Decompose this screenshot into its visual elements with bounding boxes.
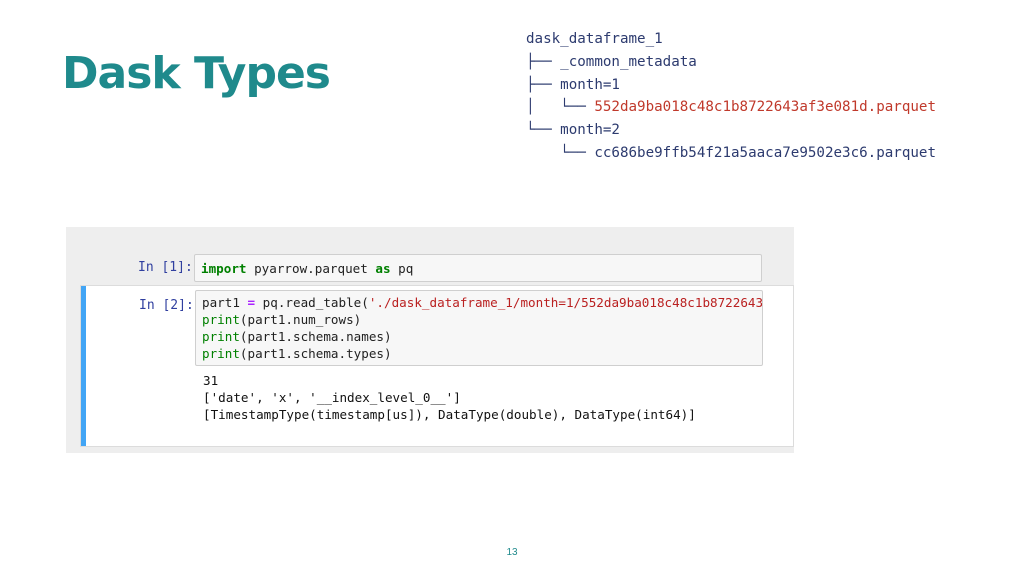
notebook-screenshot: In [1]: import pyarrow.parquet as pq In … <box>66 227 794 453</box>
notebook-cell-2[interactable]: In [2]: part1 = pq.read_table('./dask_da… <box>80 285 794 447</box>
selected-cell-indicator <box>81 286 86 446</box>
directory-tree: dask_dataframe_1 ├── _common_metadata ├─… <box>526 28 936 165</box>
code-text: pq <box>390 261 414 276</box>
code-builtin: print <box>202 329 240 344</box>
tree-item-parquet-file-1: 552da9ba018c48c1b8722643af3e081d.parquet <box>594 99 937 116</box>
notebook-cell-1[interactable]: In [1]: import pyarrow.parquet as pq <box>80 251 792 285</box>
tree-root: dask_dataframe_1 <box>526 31 663 47</box>
output-line: ['date', 'x', '__index_level_0__'] <box>203 390 461 405</box>
cell-prompt: In [1]: <box>138 260 193 275</box>
tree-branch: ├── <box>526 53 561 70</box>
output-line: [TimestampType(timestamp[us]), DataType(… <box>203 407 696 422</box>
code-keyword: import <box>201 261 247 276</box>
code-input-2[interactable]: part1 = pq.read_table('./dask_dataframe_… <box>195 290 763 366</box>
tree-item-parquet-file-2: cc686be9ffb54f21a5aaca7e9502e3c6.parquet <box>594 144 937 161</box>
slide-title: Dask Types <box>62 48 331 99</box>
code-text: (part1.schema.names) <box>239 329 392 344</box>
output-line: 31 <box>203 373 219 388</box>
tree-branch: ├── <box>526 76 561 93</box>
tree-branch: └── <box>526 144 595 161</box>
code-input-1[interactable]: import pyarrow.parquet as pq <box>194 254 762 282</box>
code-text: pq.read_table( <box>255 295 369 310</box>
code-text: (part1.schema.types) <box>239 346 392 361</box>
tree-item-month-1: month=1 <box>560 76 620 93</box>
code-text: part1 <box>202 295 248 310</box>
tree-branch: └── <box>526 122 561 139</box>
tree-branch: │ └── <box>526 99 595 116</box>
code-operator: = <box>247 295 256 310</box>
code-keyword: as <box>375 261 391 276</box>
page-number: 13 <box>506 547 518 558</box>
cell-output: 31 ['date', 'x', '__index_level_0__'] [T… <box>203 372 696 423</box>
tree-item-month-2: month=2 <box>560 122 620 139</box>
tree-item-common-metadata: _common_metadata <box>560 53 697 70</box>
code-string: './dask_dataframe_1/month=1/552da9ba018c… <box>368 295 763 310</box>
cell-prompt: In [2]: <box>139 298 194 313</box>
code-text: pyarrow.parquet <box>246 261 376 276</box>
code-builtin: print <box>202 312 240 327</box>
code-text: (part1.num_rows) <box>239 312 362 327</box>
code-builtin: print <box>202 346 240 361</box>
